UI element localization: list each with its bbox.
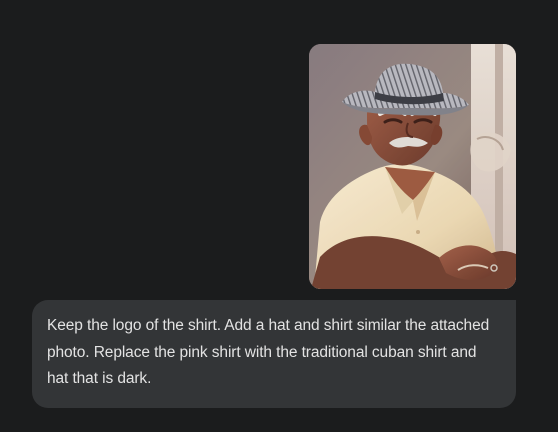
user-message-text: Keep the logo of the shirt. Add a hat an… (47, 317, 490, 387)
attached-photo-image (309, 44, 516, 289)
chat-thread: Keep the logo of the shirt. Add a hat an… (0, 0, 558, 432)
attached-photo[interactable] (309, 44, 516, 289)
user-message-bubble: Keep the logo of the shirt. Add a hat an… (32, 300, 516, 408)
